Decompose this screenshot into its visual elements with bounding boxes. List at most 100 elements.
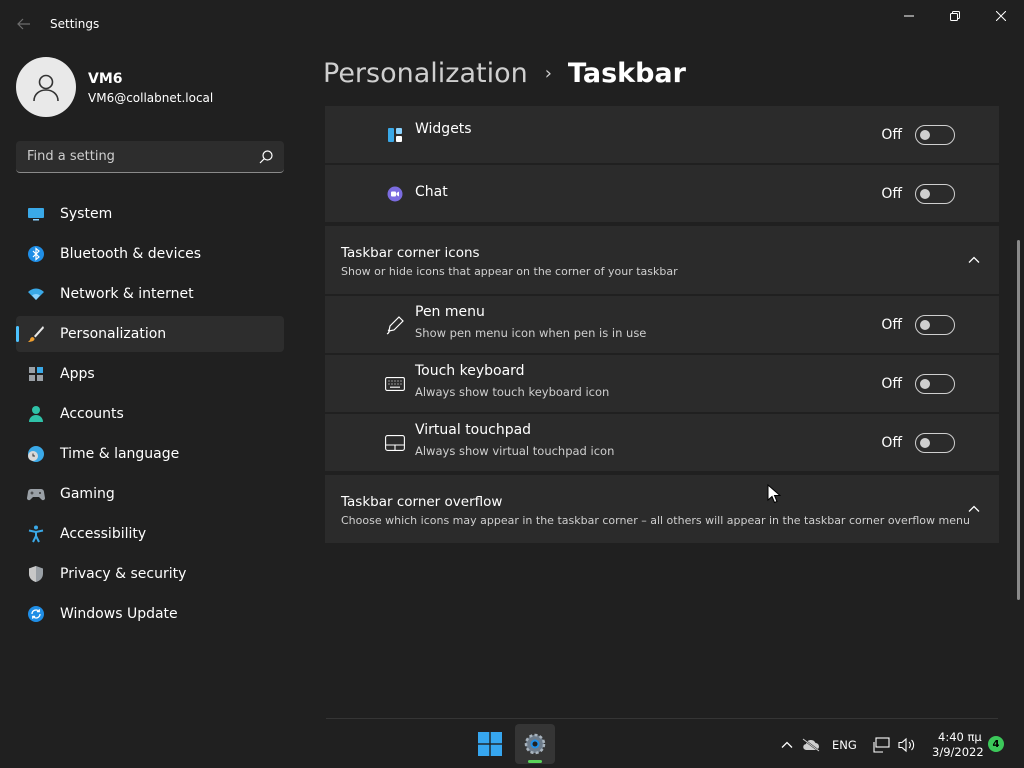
sidebar-item-windows-update[interactable]: Windows Update [16,596,284,632]
apps-icon [27,365,45,383]
widgets-toggle[interactable] [915,124,955,145]
minimize-button[interactable] [886,0,932,32]
chat-state: Off [881,185,902,202]
back-arrow-icon [17,18,30,30]
sidebar-item-apps[interactable]: Apps [16,356,284,392]
sidebar-item-label: Apps [60,366,95,382]
gear-icon [524,733,546,755]
restore-button[interactable] [932,0,978,32]
sidebar-item-label: System [60,206,113,222]
sidebar-item-label: Windows Update [60,606,178,622]
sidebar-item-label: Gaming [60,486,115,502]
user-email: VM6@collabnet.local [88,91,214,105]
virtual-touchpad-toggle[interactable] [915,432,955,453]
page-title: Taskbar [567,58,686,89]
search-box[interactable] [16,141,284,173]
sidebar-item-label: Accounts [60,406,124,422]
close-button[interactable] [978,0,1024,32]
notification-badge[interactable]: 4 [988,736,1004,752]
pen-menu-row: Pen menu Show pen menu icon when pen is … [325,296,999,353]
search-icon[interactable] [258,149,274,165]
sidebar-item-label: Privacy & security [60,566,187,582]
virtual-touchpad-label: Virtual touchpad [415,422,532,438]
touch-keyboard-description: Always show touch keyboard icon [415,385,610,399]
toggle-knob [920,188,930,199]
app-title: Settings [50,17,100,31]
active-app-indicator [528,760,542,763]
scrollbar[interactable] [1017,240,1020,600]
volume-button[interactable] [898,736,916,754]
chat-label: Chat [415,184,448,200]
toggle-knob [920,129,930,140]
mouse-cursor-icon [767,484,781,504]
show-hidden-icons-button[interactable] [778,736,796,754]
network-icon [873,737,890,753]
settings-content: Widgets Off Chat Off Taskbar corner icon… [325,106,999,545]
windows-logo-icon [478,732,502,756]
breadcrumb-parent[interactable]: Personalization [323,58,528,89]
breadcrumb: Personalization › Taskbar [323,58,686,89]
start-button[interactable] [478,732,502,756]
pen-menu-description: Show pen menu icon when pen is in use [415,326,647,340]
sidebar-item-personalization[interactable]: Personalization [16,316,284,352]
sidebar-item-privacy[interactable]: Privacy & security [16,556,284,592]
avatar[interactable] [16,57,76,117]
chevron-up-icon [781,741,793,748]
group-description: Choose which icons may appear in the tas… [341,514,970,527]
widgets-icon [385,125,405,145]
virtual-touchpad-state: Off [881,434,902,451]
network-button[interactable] [873,736,891,754]
chevron-up-icon[interactable] [967,502,981,516]
sidebar-item-system[interactable]: System [16,196,284,232]
sidebar-item-network[interactable]: Network & internet [16,276,284,312]
sidebar-item-label: Network & internet [60,286,194,302]
restore-icon [950,11,960,21]
search-input[interactable] [16,141,246,172]
taskbar-corner-icons-header[interactable]: Taskbar corner icons Show or hide icons … [325,226,999,294]
touchpad-icon [385,433,405,453]
shield-icon [27,565,45,583]
pen-menu-toggle[interactable] [915,314,955,335]
taskbar-settings-app[interactable] [515,724,555,764]
sidebar-item-accounts[interactable]: Accounts [16,396,284,432]
chevron-up-icon[interactable] [967,253,981,267]
bluetooth-icon [27,245,45,263]
chat-toggle[interactable] [915,183,955,204]
sidebar-item-label: Bluetooth & devices [60,246,202,262]
back-button[interactable] [12,12,36,36]
person-icon [27,405,45,423]
accessibility-icon [27,525,45,543]
clock-date[interactable]: 3/9/2022 [932,745,984,759]
widgets-state: Off [881,126,902,143]
widgets-label: Widgets [415,121,472,137]
touch-keyboard-toggle[interactable] [915,373,955,394]
sidebar-item-accessibility[interactable]: Accessibility [16,516,284,552]
pen-menu-label: Pen menu [415,304,485,320]
pen-icon [385,315,405,335]
clock-time[interactable]: 4:40 πμ [938,730,982,744]
user-name: VM6 [88,71,123,87]
touch-keyboard-row: Touch keyboard Always show touch keyboar… [325,355,999,412]
sidebar-item-time-language[interactable]: Time & language [16,436,284,472]
virtual-touchpad-description: Always show virtual touchpad icon [415,444,615,458]
toggle-knob [920,437,930,448]
sidebar-item-gaming[interactable]: Gaming [16,476,284,512]
taskbar-divider [326,718,998,719]
update-icon [27,605,45,623]
widgets-row: Widgets Off [325,106,999,163]
toggle-knob [920,378,930,389]
clock-globe-icon [27,445,45,463]
touch-keyboard-label: Touch keyboard [415,363,525,379]
pen-menu-state: Off [881,316,902,333]
sidebar-item-bluetooth[interactable]: Bluetooth & devices [16,236,284,272]
keyboard-icon [385,374,405,394]
group-title: Taskbar corner icons [341,245,480,261]
onedrive-button[interactable] [802,736,820,754]
brush-icon [27,325,45,343]
toggle-knob [920,319,930,330]
taskbar-corner-overflow-header[interactable]: Taskbar corner overflow Choose which ico… [325,475,999,543]
title-bar: Settings [0,0,1024,48]
touch-keyboard-state: Off [881,375,902,392]
wifi-icon [27,285,45,303]
language-indicator[interactable]: ENG [832,738,857,752]
